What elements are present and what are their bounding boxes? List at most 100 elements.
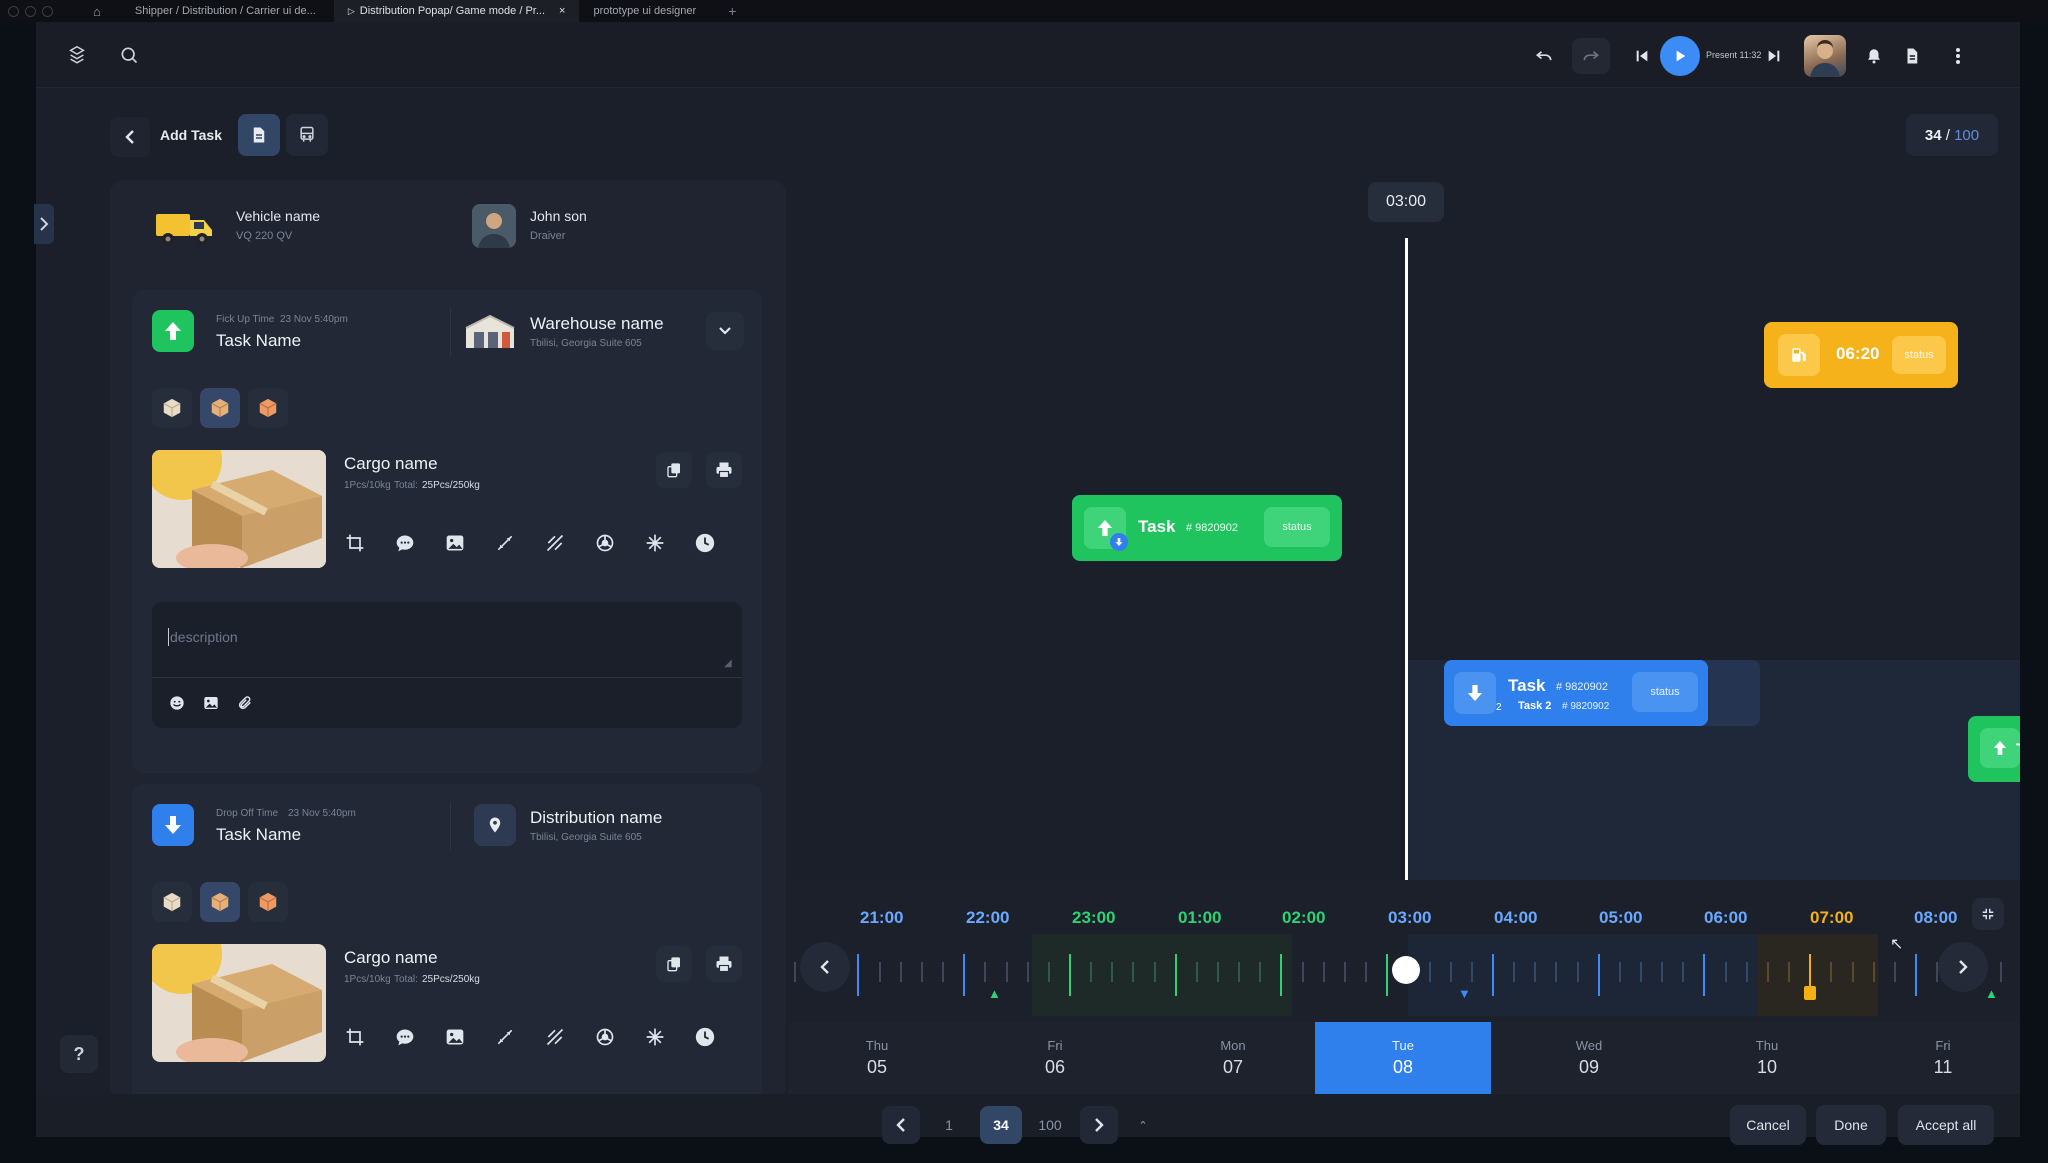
undo-icon[interactable]: [1528, 40, 1560, 72]
window-minimize-dot[interactable]: [25, 5, 36, 17]
ruler-minor-tick: [1576, 962, 1579, 982]
snowflake-icon[interactable]: [638, 526, 672, 560]
ruler-minor-tick: [1893, 962, 1896, 982]
user-avatar[interactable]: [1804, 35, 1846, 77]
box-medium-chip[interactable]: [200, 388, 240, 428]
skip-back-icon[interactable]: [1628, 42, 1656, 70]
task-2-status-badge: status: [1632, 672, 1698, 712]
day-fri-06[interactable]: Fri 06: [966, 1022, 1144, 1094]
accept-all-button[interactable]: Accept all: [1898, 1105, 1994, 1145]
day-thu-05[interactable]: Thu 05: [788, 1022, 966, 1094]
print-cargo-button[interactable]: [706, 452, 742, 488]
day-fri-11[interactable]: Fri 11: [1854, 1022, 2032, 1094]
ruler-minor-tick: [1195, 962, 1198, 982]
home-icon[interactable]: ⌂: [93, 4, 101, 19]
ruler-prev-button[interactable]: [800, 942, 850, 992]
ruler-minor-tick: [1343, 962, 1346, 982]
redo-icon[interactable]: [1572, 38, 1610, 74]
file-tab-button[interactable]: [238, 114, 280, 156]
marker-fuel-icon: [1804, 986, 1816, 1000]
vehicle-truck-image: [154, 204, 218, 248]
skip-forward-icon[interactable]: [1760, 42, 1788, 70]
app-window: Present 11:32 Add Task 34 / 100 Vehicle …: [34, 22, 2020, 1145]
help-button[interactable]: ?: [60, 1035, 98, 1073]
hour-label-1: 21:00: [860, 908, 904, 927]
ruler-orange-zone: [1758, 934, 1878, 1016]
task-3-card-timeline[interactable]: [1968, 716, 2020, 782]
description-input[interactable]: description: [170, 629, 238, 645]
window-zoom-dot[interactable]: [42, 5, 53, 17]
clock-icon[interactable]: [688, 526, 722, 560]
description-input-area[interactable]: description ◢: [152, 602, 742, 678]
hazard-icon[interactable]: [588, 526, 622, 560]
task-down-mini-icon: [1110, 533, 1128, 551]
crop-icon[interactable]: [338, 526, 372, 560]
ruler-minor-tick: [1217, 962, 1219, 982]
day-thu-10[interactable]: Thu 10: [1678, 1022, 1856, 1094]
box-small-chip-2[interactable]: [152, 882, 192, 922]
document-icon[interactable]: [1898, 42, 1926, 70]
more-vertical-icon[interactable]: [1946, 42, 1970, 70]
hazard-icon-2[interactable]: [588, 1020, 622, 1054]
attach-image-icon[interactable]: [194, 686, 228, 720]
dropoff-cargo-total: 25Pcs/250kg: [422, 974, 480, 985]
cancel-button[interactable]: Cancel: [1730, 1105, 1806, 1145]
ruler-next-button[interactable]: [1938, 942, 1988, 992]
copy-cargo-button[interactable]: [656, 452, 692, 488]
no-tilt-icon-2[interactable]: [538, 1020, 572, 1054]
pagination-last[interactable]: 100: [1030, 1106, 1070, 1144]
emoji-icon[interactable]: [160, 686, 194, 720]
window-close-dot[interactable]: [8, 5, 19, 17]
resize-handle-icon[interactable]: ◢: [724, 658, 732, 669]
task-panel: Vehicle name VQ 220 QV John son Draiver …: [110, 180, 786, 1100]
close-tab-icon[interactable]: ×: [559, 5, 565, 17]
crop-icon-2[interactable]: [338, 1020, 372, 1054]
playhead-knob[interactable]: [1392, 956, 1420, 984]
task-3-label: Ta: [2016, 740, 2020, 760]
day-wed-09[interactable]: Wed 09: [1500, 1022, 1678, 1094]
box-small-chip[interactable]: [152, 388, 192, 428]
sidebar-expand-button[interactable]: [34, 204, 54, 244]
truck-tab-button[interactable]: [286, 114, 328, 156]
print-cargo-button-2[interactable]: [706, 946, 742, 982]
collapse-icon[interactable]: [1972, 898, 2004, 930]
browser-tab-3[interactable]: prototype ui designer: [579, 0, 710, 22]
box-large-chip[interactable]: [248, 388, 288, 428]
expand-up-icon[interactable]: ⌃: [1128, 1106, 1158, 1144]
day-number: 05: [866, 1057, 888, 1077]
box-large-chip-2[interactable]: [248, 882, 288, 922]
pagination-current[interactable]: 34: [980, 1106, 1022, 1144]
browser-tab-1[interactable]: Shipper / Distribution / Carrier ui de..…: [121, 0, 330, 22]
logo-icon[interactable]: [62, 40, 92, 70]
copy-cargo-button-2[interactable]: [656, 946, 692, 982]
search-icon[interactable]: [114, 40, 144, 70]
comment-icon-2[interactable]: [388, 1020, 422, 1054]
bell-icon[interactable]: [1860, 42, 1888, 70]
image-icon[interactable]: [438, 526, 472, 560]
fuel-stop-card[interactable]: 06:20 status: [1764, 322, 1958, 388]
image-icon-2[interactable]: [438, 1020, 472, 1054]
browser-tab-2[interactable]: ▷ Distribution Popap/ Game mode / Pr... ×: [333, 0, 580, 22]
box-medium-chip-2[interactable]: [200, 882, 240, 922]
ruler-major-tick: [1386, 954, 1389, 996]
no-stack-icon[interactable]: [488, 526, 522, 560]
ruler-major-tick: [963, 954, 966, 996]
back-button[interactable]: [110, 117, 150, 157]
done-button[interactable]: Done: [1816, 1105, 1886, 1145]
attachment-icon[interactable]: [228, 686, 262, 720]
no-stack-icon-2[interactable]: [488, 1020, 522, 1054]
day-mon-07[interactable]: Mon 07: [1144, 1022, 1322, 1094]
pagination-next[interactable]: [1080, 1106, 1118, 1144]
no-tilt-icon[interactable]: [538, 526, 572, 560]
warehouse-dropdown-button[interactable]: [706, 312, 744, 350]
clock-icon-2[interactable]: [688, 1020, 722, 1054]
comment-icon[interactable]: [388, 526, 422, 560]
pickup-task-card-timeline[interactable]: Task # 9820902 status: [1072, 495, 1342, 561]
play-button[interactable]: [1660, 36, 1700, 76]
pagination-prev[interactable]: [882, 1106, 920, 1144]
new-tab-icon[interactable]: +: [728, 3, 736, 19]
day-tue-08-selected[interactable]: Tue 08: [1315, 1022, 1491, 1094]
snowflake-icon-2[interactable]: [638, 1020, 672, 1054]
pagination-first[interactable]: 1: [930, 1106, 968, 1144]
dropoff-task-card-timeline[interactable]: 2 Task # 9820902 Task 2 # 9820902 status: [1444, 660, 1708, 726]
